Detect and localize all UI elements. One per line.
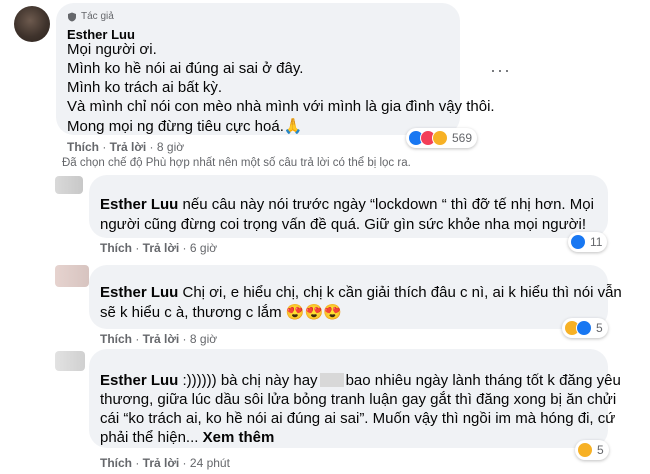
comment-actions: Thích · Trả lời · 8 giờ [67,140,185,154]
reply-line: phải thể hiện... Xem thêm [100,429,275,446]
filter-note: Đã chọn chế độ Phù hợp nhất nên một số c… [62,157,411,169]
comment-line: Mọi người ơi. [67,41,157,58]
reply-button[interactable]: Trả lời [143,241,180,255]
redacted-name [319,373,344,387]
reply-author[interactable]: Esther Luu [100,372,178,389]
timestamp[interactable]: 8 giờ [190,332,217,346]
like-icon [570,234,586,250]
reply-line: sẽ k hiểu c à, thương c lắm 😍😍😍 [100,304,342,321]
reply-line: người cũng đừng coi trọng vấn đề quá. Gi… [100,216,586,233]
reply-line: Esther Luu :)))))) bà chị này hay bao nhi… [100,372,621,389]
comment-line: Mình ko hề nói ai đúng ai sai ở đây. [67,60,304,77]
avatar[interactable] [14,6,50,42]
reaction-count: 5 [596,321,603,335]
haha-icon [577,442,593,458]
comment-line: Mình ko trách ai bất kỳ. [67,79,223,96]
comment-author[interactable]: Esther Luu [67,27,135,42]
reply-actions: Thích · Trả lời · 8 giờ [100,332,218,346]
author-badge-label: Tác giả [81,11,114,22]
reply-actions: Thích · Trả lời · 24 phút [100,456,230,470]
care-icon [432,130,448,146]
like-button[interactable]: Thích [67,140,99,154]
timestamp[interactable]: 6 giờ [190,241,217,255]
avatar[interactable] [55,176,83,194]
reply-button[interactable]: Trả lời [143,332,180,346]
reaction-summary[interactable]: 569 [406,128,478,148]
see-more-link[interactable]: Xem thêm [203,429,275,446]
reaction-count: 569 [452,131,473,145]
reply-actions: Thích · Trả lời · 6 giờ [100,241,218,255]
author-badge: Tác giả [67,11,114,22]
author-shield-icon [67,12,77,22]
like-button[interactable]: Thích [100,241,132,255]
comment-line: Và mình chỉ nói con mèo nhà mình với mìn… [67,98,495,115]
like-button[interactable]: Thích [100,456,132,470]
avatar[interactable] [55,265,89,287]
reply-author[interactable]: Esther Luu [100,284,178,301]
reply-button[interactable]: Trả lời [110,140,147,154]
timestamp[interactable]: 8 giờ [157,140,184,154]
comment-line: Mong mọi ng đừng tiêu cực hoá.🙏 [67,118,303,135]
reply-line: Esther Luu nếu câu này nói trước ngày “l… [100,196,594,213]
reply-author[interactable]: Esther Luu [100,196,178,213]
reaction-count: 5 [597,443,604,457]
reply-button[interactable]: Trả lời [143,456,180,470]
reply-line: Esther Luu Chị ơi, e hiểu chị, chị k cần… [100,284,622,301]
reply-line: cái “ko trách ai, ko hề nói ai đúng ai s… [100,410,616,427]
more-options-icon[interactable]: ··· [490,60,511,81]
reaction-summary[interactable]: 5 [562,318,608,338]
reply-line: thương, giữa lúc dầu sôi lửa bỏng tranh … [100,391,617,408]
reaction-summary[interactable]: 5 [575,440,609,460]
avatar[interactable] [55,351,85,371]
like-button[interactable]: Thích [100,332,132,346]
reaction-count: 11 [590,235,603,249]
timestamp[interactable]: 24 phút [190,456,230,470]
reaction-summary[interactable]: 11 [568,232,608,252]
like-icon [576,320,592,336]
